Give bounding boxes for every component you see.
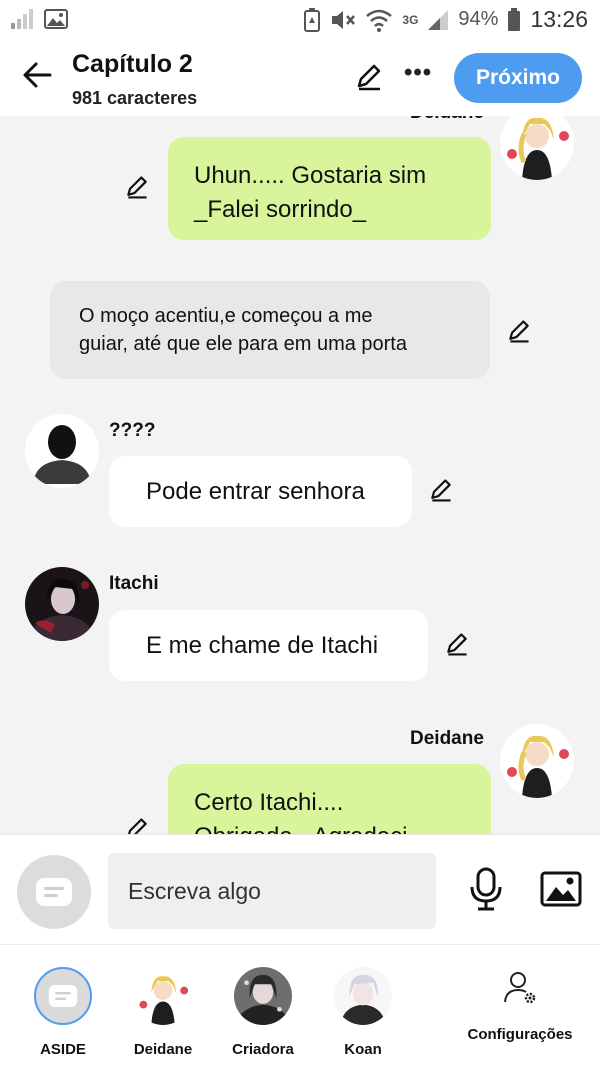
aside-toggle-button[interactable] [17, 855, 91, 929]
cast-label: Deidane [133, 1041, 193, 1058]
pencil-icon [509, 320, 529, 343]
chat-area[interactable]: Deidane Uhun..... Gostaria sim _Falei so… [0, 116, 600, 834]
avatar [234, 967, 292, 1025]
pencil-icon [127, 176, 147, 199]
gallery-icon [540, 871, 582, 907]
status-bar: 3G 94% 13:26 [0, 0, 600, 40]
avatar-itachi [25, 567, 99, 641]
clock: 13:26 [530, 6, 588, 32]
chapter-title: Capítulo 2 [72, 50, 193, 78]
avatar [134, 967, 192, 1025]
edit-chapter-button[interactable] [354, 62, 384, 97]
cast-item-koan[interactable]: Koan [318, 967, 408, 1058]
edit-message-button[interactable] [428, 477, 454, 508]
avatar-deidane [500, 724, 574, 798]
message-text: Pode entrar senhora [146, 478, 365, 505]
wifi-icon [366, 9, 393, 32]
message-bubble-other[interactable]: E me chame de Itachi [109, 610, 428, 681]
insert-image-button[interactable] [540, 871, 582, 912]
more-icon: ••• [404, 59, 433, 86]
aside-avatar [34, 967, 92, 1025]
edit-message-button[interactable] [124, 174, 150, 205]
settings-button[interactable]: Configurações [460, 969, 580, 1043]
cast-label: Koan [344, 1041, 382, 1058]
aside-icon [36, 878, 72, 906]
message-bubble-mine[interactable]: Uhun..... Gostaria sim _Falei sorrindo_ [168, 137, 491, 240]
message-text: Uhun..... Gostaria sim _Falei sorrindo_ [194, 162, 427, 223]
message-input[interactable] [108, 853, 436, 929]
image-icon [44, 9, 68, 29]
pencil-icon [431, 479, 451, 502]
mic-button[interactable] [468, 867, 504, 916]
settings-user-icon [504, 972, 536, 1004]
battery-percent: 94% [458, 8, 499, 30]
battery-saver-icon [304, 7, 321, 32]
battery-icon [508, 7, 521, 31]
next-button[interactable]: Próximo [454, 53, 582, 103]
narration-bubble[interactable]: O moço acentiu,e começou a me guiar, até… [50, 281, 490, 379]
character-bar: ASIDE Deidane Criadora Koan Configuraçõe… [0, 944, 600, 1067]
avatar [334, 967, 392, 1025]
cast-label: Criadora [232, 1041, 294, 1058]
mute-icon [332, 10, 356, 29]
edit-narration-button[interactable] [506, 318, 532, 349]
avatar-unknown [25, 414, 99, 488]
message-text: Certo Itachi.... Obrigada _Agradeci [194, 789, 407, 834]
character-count: 981 caracteres [72, 88, 198, 108]
cast-label: ASIDE [40, 1041, 86, 1058]
edit-message-button[interactable] [124, 816, 150, 834]
speaker-name: Deidane [410, 728, 484, 749]
chapter-header: Capítulo 2 981 caracteres ••• Próximo [0, 40, 600, 116]
more-options-button[interactable]: ••• [404, 59, 432, 87]
message-bubble-other[interactable]: Pode entrar senhora [109, 456, 412, 527]
message-bubble-mine[interactable]: Certo Itachi.... Obrigada _Agradeci [168, 764, 491, 834]
signal-icon [11, 9, 33, 29]
pencil-icon [128, 818, 147, 834]
back-button[interactable] [18, 56, 56, 94]
settings-label: Configurações [467, 1026, 573, 1043]
speaker-name: ???? [109, 420, 156, 441]
network-type: 3G [402, 12, 419, 27]
cast-item-aside[interactable]: ASIDE [18, 967, 108, 1058]
speaker-name: Itachi [109, 573, 159, 594]
cast-item-deidane[interactable]: Deidane [118, 967, 208, 1058]
aside-icon [48, 984, 78, 1008]
narration-text: O moço acentiu,e começou a me guiar, até… [79, 305, 407, 355]
back-arrow-icon [23, 62, 52, 88]
speaker-name: Deidane [410, 116, 484, 124]
message-composer [0, 834, 600, 944]
avatar-deidane [500, 116, 574, 180]
message-text: E me chame de Itachi [146, 632, 379, 659]
edit-message-button[interactable] [444, 631, 470, 662]
pencil-icon [357, 64, 381, 91]
mic-icon [470, 867, 502, 911]
cell-signal-icon [428, 9, 449, 30]
cast-item-criadora[interactable]: Criadora [218, 967, 308, 1058]
pencil-icon [447, 633, 467, 656]
